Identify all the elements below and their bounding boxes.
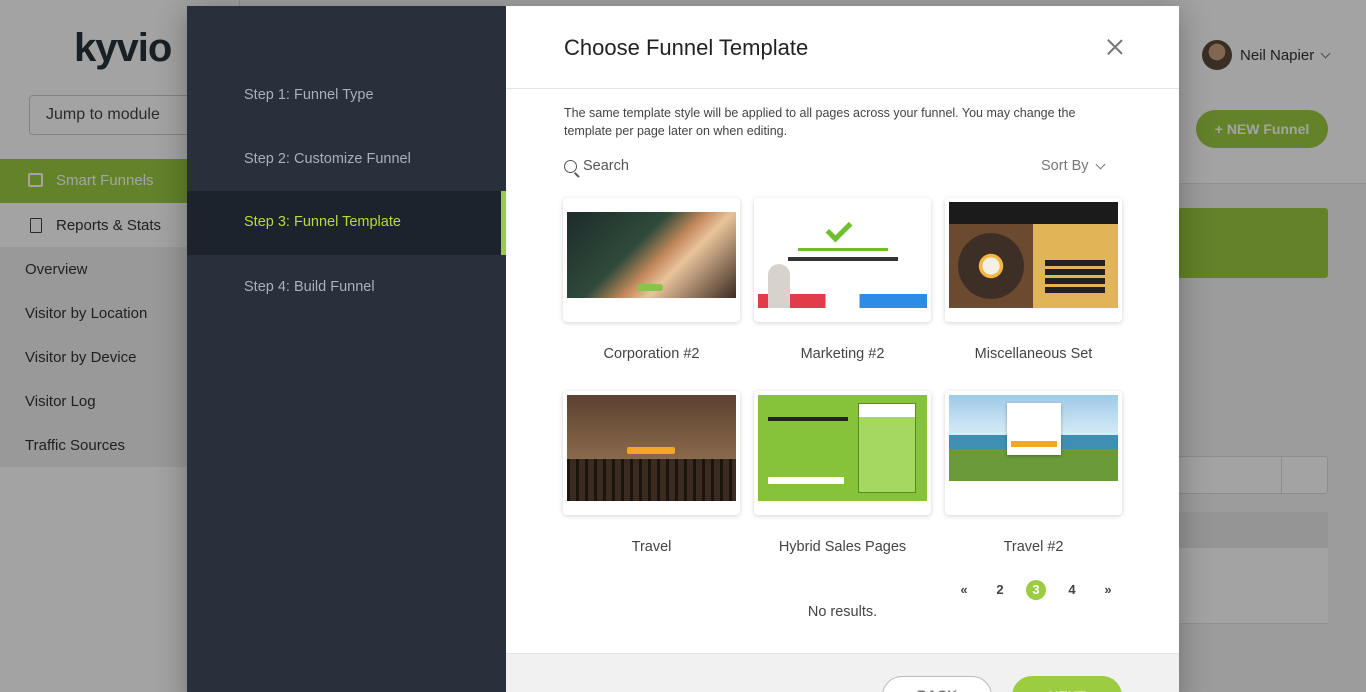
step-funnel-template[interactable]: Step 3: Funnel Template [187,191,506,255]
template-name: Miscellaneous Set [974,346,1093,362]
template-thumbnail [758,202,927,308]
template-thumbnail [949,202,1118,308]
template-name: Travel #2 [1003,539,1064,555]
template-thumbnail [758,395,927,501]
chevron-down-icon [1095,159,1105,169]
template-card-travel[interactable] [563,391,740,515]
pagination-prev[interactable]: « [946,580,982,600]
wizard-steps: Step 1: Funnel Type Step 2: Customize Fu… [187,6,506,692]
sort-label: Sort By [1041,158,1089,174]
template-card-corporation-2[interactable] [563,198,740,322]
search-label: Search [583,158,629,174]
search-icon [564,159,577,173]
pagination: « 2 3 4 » [946,580,1126,600]
no-results-text: No results. [807,604,878,620]
step-build-funnel[interactable]: Step 4: Build Funnel [187,256,506,320]
funnel-wizard-modal: Step 1: Funnel Type Step 2: Customize Fu… [187,6,1179,692]
close-icon[interactable] [1105,37,1125,57]
panel-header: Choose Funnel Template [506,6,1179,89]
back-button[interactable]: BACK [882,676,992,692]
pagination-next[interactable]: » [1090,580,1126,600]
template-card-hybrid-sales-pages[interactable] [754,391,931,515]
template-thumbnail [567,395,736,501]
template-name: Marketing #2 [800,346,885,362]
template-name: Hybrid Sales Pages [778,539,907,555]
pagination-page-2[interactable]: 2 [982,580,1018,600]
template-card-travel-2[interactable] [945,391,1122,515]
template-description: The same template style will be applied … [564,106,1076,138]
page-title: Choose Funnel Template [564,35,809,60]
step-customize-funnel[interactable]: Step 2: Customize Funnel [187,128,506,192]
template-thumbnail [567,202,736,308]
next-button[interactable]: NEXT [1012,676,1122,692]
template-search[interactable]: Search [564,158,629,174]
pagination-page-3-current[interactable]: 3 [1026,580,1046,600]
modal-footer: BACK NEXT [506,653,1179,692]
template-name: Travel [631,539,672,555]
template-panel: Choose Funnel Template The same template… [506,6,1179,692]
template-thumbnail [949,395,1118,501]
template-name: Corporation #2 [603,346,700,362]
template-card-miscellaneous-set[interactable] [945,198,1122,322]
step-funnel-type[interactable]: Step 1: Funnel Type [187,64,506,128]
sort-by-dropdown[interactable]: Sort By [1041,158,1105,174]
pagination-page-4[interactable]: 4 [1054,580,1090,600]
template-card-marketing-2[interactable] [754,198,931,322]
